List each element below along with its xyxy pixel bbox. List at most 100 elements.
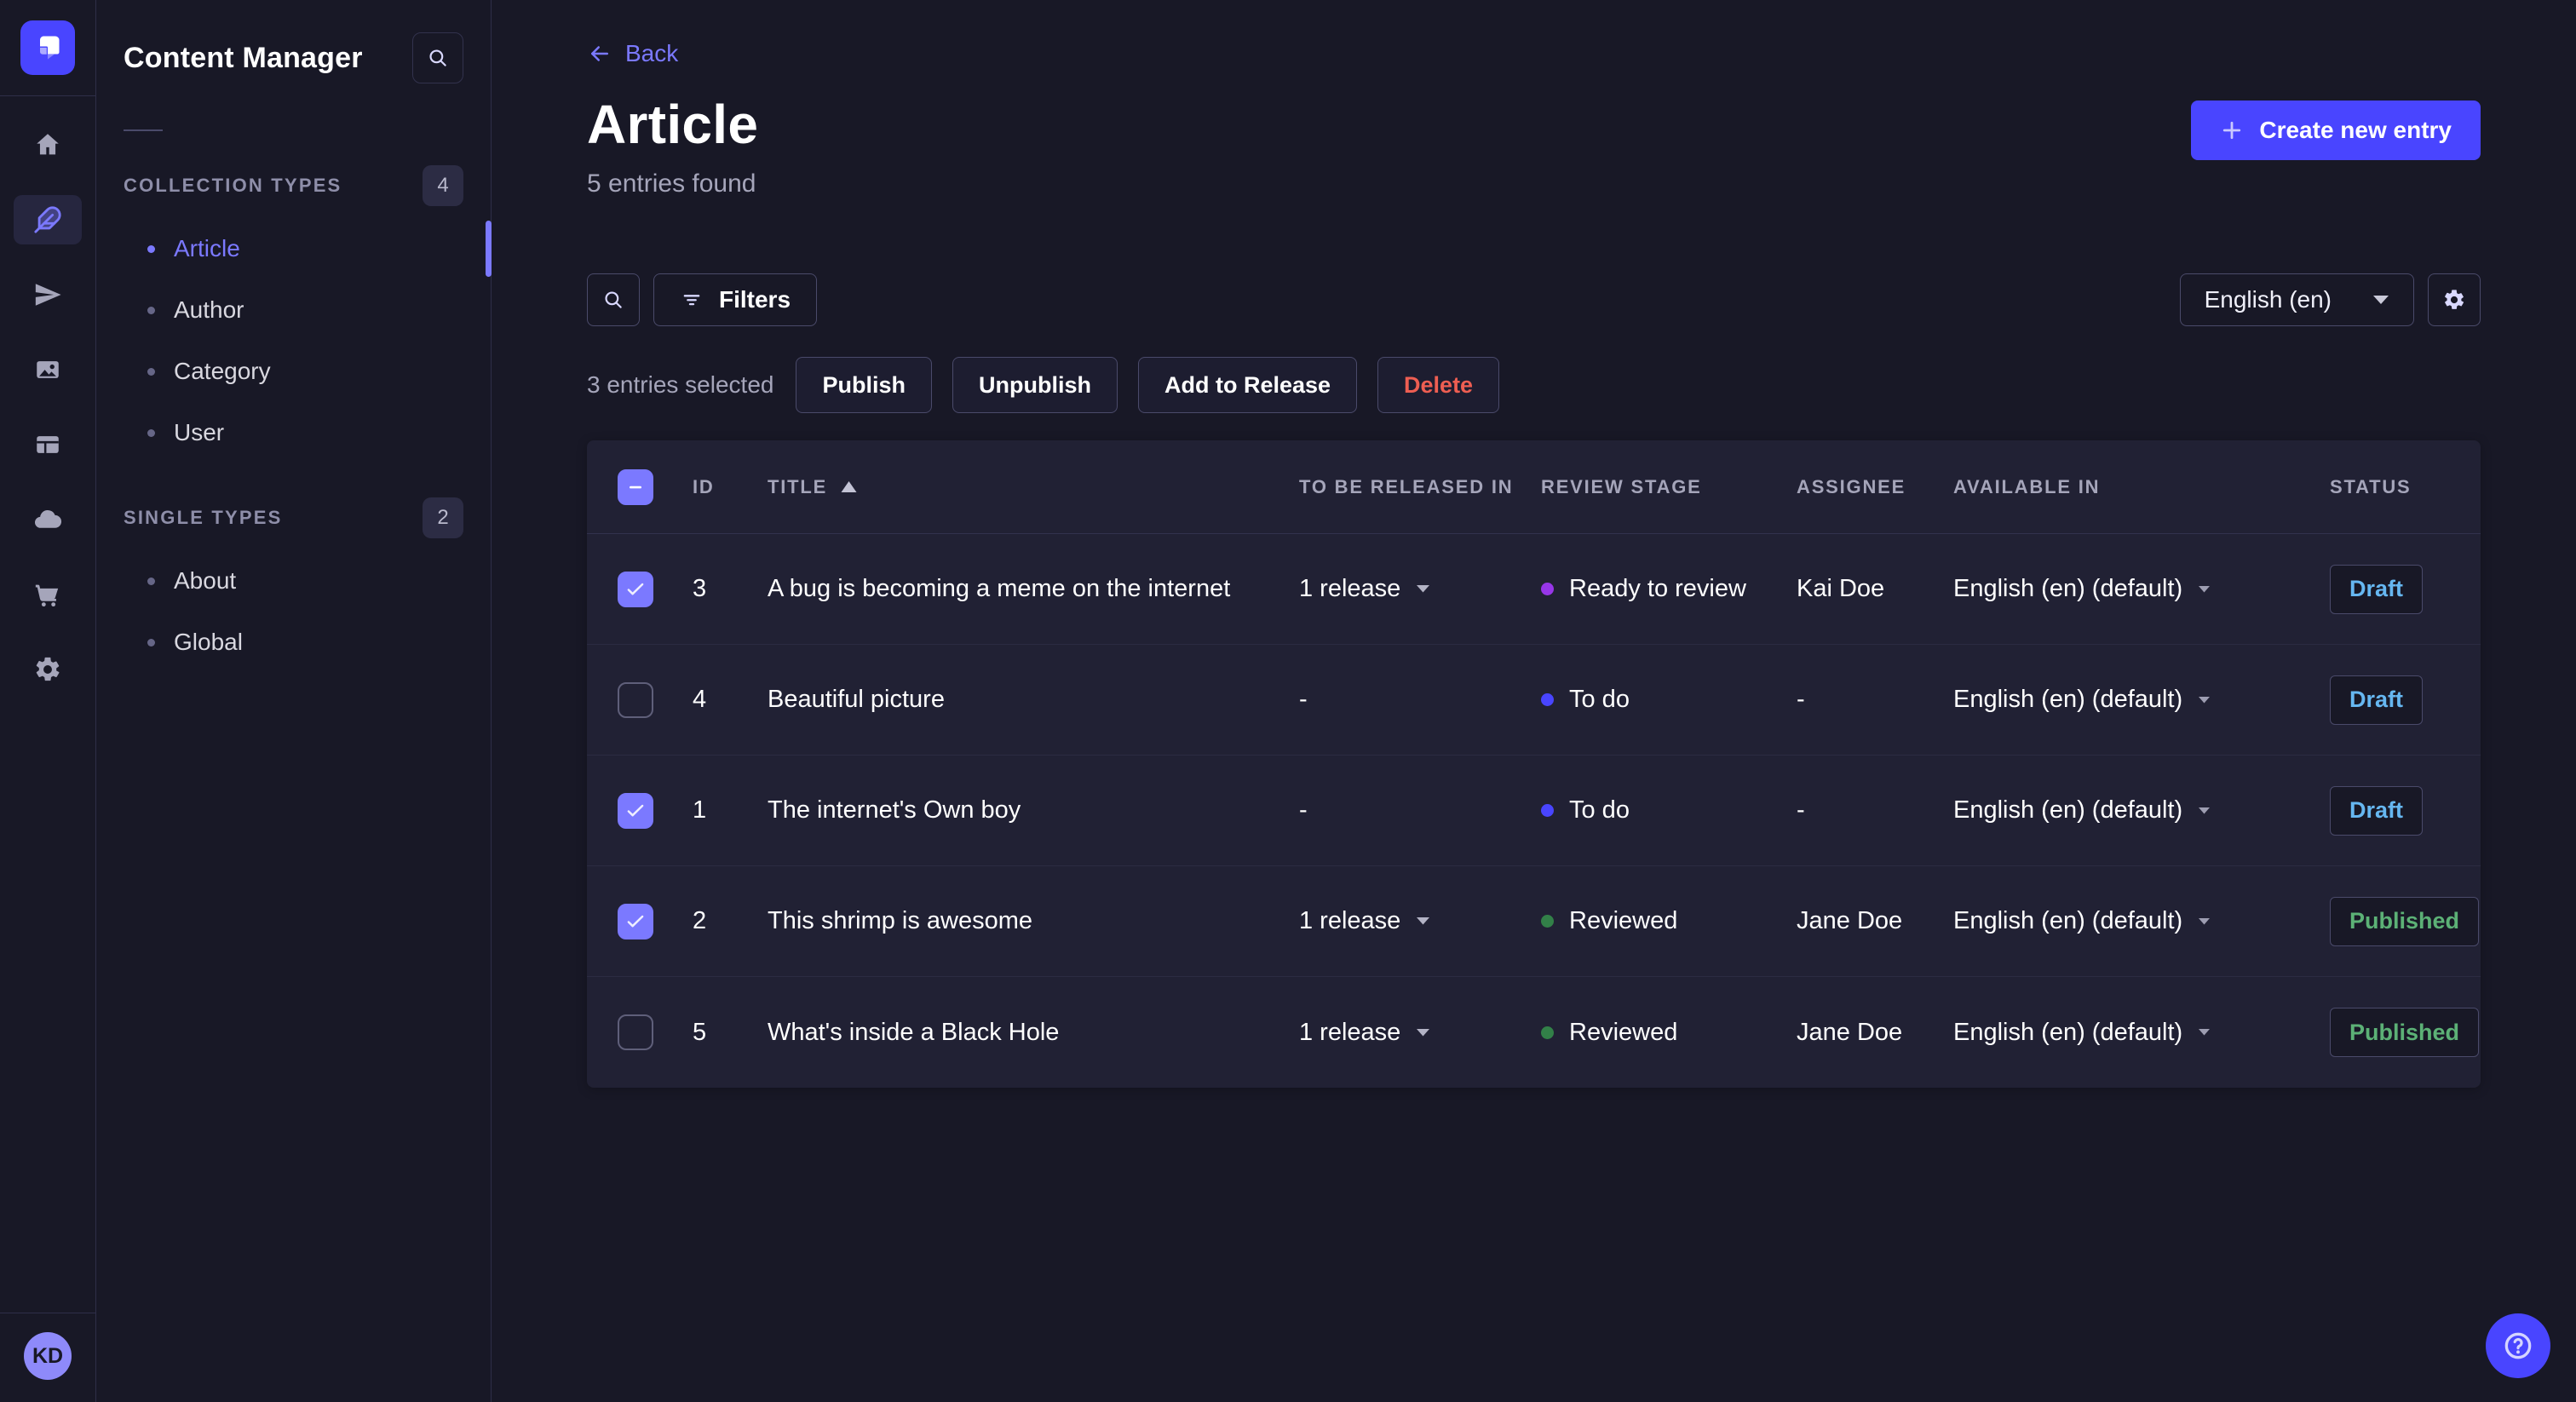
sidebar-section: SINGLE TYPES 2 About Global (124, 497, 463, 673)
nav-deploy[interactable] (14, 495, 82, 544)
home-icon (37, 134, 59, 155)
row-title: A bug is becoming a meme on the internet (768, 575, 1231, 602)
column-id[interactable]: ID (693, 476, 768, 498)
nav-content-manager[interactable] (14, 195, 82, 244)
strapi-logo-icon (39, 36, 60, 60)
chevron-down-icon (2199, 696, 2211, 703)
row-checkbox[interactable] (618, 681, 653, 718)
stage-dot-icon (1541, 583, 1554, 595)
back-link[interactable]: Back (587, 40, 678, 67)
filters-button[interactable]: Filters (653, 273, 818, 326)
filter-icon (683, 295, 700, 306)
nav-marketplace[interactable] (14, 570, 82, 619)
main-content: Back Create new entry Article 5 entries … (492, 0, 2576, 1402)
table-row[interactable]: 5 What's inside a Black Hole 1 release R… (587, 977, 2481, 1088)
sidebar-item[interactable]: Article (124, 218, 463, 279)
section-label: COLLECTION TYPES (124, 175, 342, 196)
column-title[interactable]: TITLE (768, 476, 1299, 498)
search-icon (429, 49, 446, 66)
row-checkbox[interactable] (618, 903, 653, 939)
row-checkbox[interactable] (618, 792, 653, 829)
table-header-row: ID TITLE TO BE RELEASED IN REVIEW STAGE … (587, 440, 2481, 534)
check-icon (627, 915, 644, 927)
chevron-down-icon (1417, 917, 1430, 925)
sidebar-item[interactable]: Global (124, 612, 463, 673)
sidebar-item[interactable]: About (124, 550, 463, 612)
row-checkbox[interactable] (618, 1014, 653, 1050)
gear-icon (2445, 290, 2464, 309)
table-search-button[interactable] (587, 273, 640, 326)
table-row[interactable]: 2 This shrimp is awesome 1 release Revie… (587, 866, 2481, 977)
row-available-in[interactable]: English (en) (default) (1953, 1019, 2330, 1047)
nav-settings[interactable] (14, 645, 82, 694)
publish-button[interactable]: Publish (796, 357, 932, 413)
sidebar-item[interactable]: Category (124, 341, 463, 402)
row-release-cell[interactable]: - (1299, 796, 1541, 825)
nav-home[interactable] (14, 120, 82, 170)
table-row[interactable]: 4 Beautiful picture - To do - English (e… (587, 645, 2481, 756)
row-available-in[interactable]: English (en) (default) (1953, 686, 2330, 714)
select-all-checkbox[interactable] (618, 468, 653, 505)
paper-plane-icon (35, 284, 61, 306)
column-assignee[interactable]: ASSIGNEE (1797, 476, 1953, 498)
help-button[interactable] (2486, 1313, 2550, 1378)
chevron-down-icon (2199, 1029, 2211, 1036)
row-checkbox[interactable] (618, 571, 653, 607)
stage-dot-icon (1541, 804, 1554, 817)
nav-media-library[interactable] (14, 345, 82, 394)
table-row[interactable]: 1 The internet's Own boy - To do - Engli… (587, 756, 2481, 866)
row-available-in[interactable]: English (en) (default) (1953, 796, 2330, 825)
user-avatar[interactable]: KD (24, 1332, 72, 1380)
indeterminate-dash-icon (630, 486, 641, 488)
entries-table: ID TITLE TO BE RELEASED IN REVIEW STAGE … (587, 440, 2481, 1088)
row-release-cell[interactable]: 1 release (1299, 1019, 1541, 1047)
images-icon (37, 361, 59, 378)
column-available-in[interactable]: AVAILABLE IN (1953, 476, 2330, 498)
nav-content-type-builder[interactable] (14, 420, 82, 469)
unpublish-button[interactable]: Unpublish (952, 357, 1118, 413)
bullet-icon (147, 428, 155, 437)
stage-dot-icon (1541, 693, 1554, 706)
column-released[interactable]: TO BE RELEASED IN (1299, 476, 1541, 498)
nav-releases[interactable] (14, 270, 82, 319)
row-review-stage: Reviewed (1541, 1019, 1797, 1047)
row-assignee: Kai Doe (1797, 575, 1885, 602)
row-title: Beautiful picture (768, 686, 945, 713)
add-to-release-button[interactable]: Add to Release (1137, 357, 1358, 413)
sidebar-item[interactable]: User (124, 402, 463, 463)
create-new-entry-button[interactable]: Create new entry (2191, 101, 2481, 160)
row-title: The internet's Own boy (768, 796, 1021, 824)
column-status[interactable]: STATUS (2330, 476, 2481, 498)
row-available-in[interactable]: English (en) (default) (1953, 575, 2330, 603)
question-icon (2504, 1332, 2532, 1359)
row-release-cell[interactable]: 1 release (1299, 575, 1541, 603)
table-row[interactable]: 3 A bug is becoming a meme on the intern… (587, 534, 2481, 645)
sidebar-search-button[interactable] (412, 32, 463, 83)
delete-button[interactable]: Delete (1377, 357, 1500, 413)
row-release-cell[interactable]: - (1299, 686, 1541, 714)
bullet-icon (147, 244, 155, 253)
feather-icon (34, 206, 61, 233)
row-review-stage: Ready to review (1541, 575, 1797, 603)
sidebar-item[interactable]: Author (124, 279, 463, 341)
row-assignee: Jane Doe (1797, 1018, 1903, 1046)
chevron-down-icon (2199, 807, 2211, 813)
row-title: This shrimp is awesome (768, 907, 1033, 934)
row-release-cell[interactable]: 1 release (1299, 907, 1541, 935)
check-icon (627, 804, 644, 816)
strapi-logo[interactable] (20, 20, 75, 75)
cart-icon (35, 584, 59, 607)
column-review-stage[interactable]: REVIEW STAGE (1541, 476, 1797, 498)
status-badge: Draft (2330, 675, 2424, 725)
row-available-in[interactable]: English (en) (default) (1953, 907, 2330, 935)
stage-dot-icon (1541, 915, 1554, 928)
gear-icon (36, 657, 60, 681)
selection-actions: 3 entries selected Publish Unpublish Add… (587, 357, 2481, 413)
row-review-stage: To do (1541, 796, 1797, 825)
cloud-icon (34, 509, 62, 528)
view-settings-button[interactable] (2428, 273, 2481, 326)
content-manager-sidebar: Content Manager COLLECTION TYPES 4 Artic… (96, 0, 492, 1402)
stage-dot-icon (1541, 1026, 1554, 1039)
locale-select[interactable]: English (en) (2179, 273, 2414, 326)
table-body: 3 A bug is becoming a meme on the intern… (587, 534, 2481, 1088)
